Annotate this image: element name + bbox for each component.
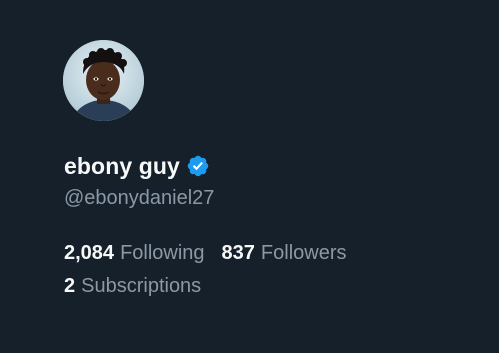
- following-label: Following: [120, 241, 205, 264]
- following-link[interactable]: 2,084 Following: [64, 242, 205, 265]
- display-name: ebony guy: [64, 153, 180, 179]
- followers-link[interactable]: 837 Followers: [222, 242, 347, 265]
- profile-card: ebony guy @ebonydaniel27 2,084 Following…: [0, 0, 499, 353]
- subscriptions-label: Subscriptions: [81, 274, 202, 297]
- follow-stats: 2,084 Following 837 Followers: [64, 238, 347, 268]
- user-handle: @ebonydaniel27: [64, 187, 215, 209]
- subscriptions-link[interactable]: 2 Subscriptions: [64, 275, 201, 298]
- verified-badge-icon[interactable]: [186, 154, 210, 178]
- subscriptions-count: 2: [64, 274, 76, 297]
- subscriptions-row: 2 Subscriptions: [64, 271, 201, 301]
- avatar-photo: [63, 40, 144, 121]
- name-row: ebony guy: [64, 149, 210, 183]
- followers-count: 837: [221, 241, 255, 264]
- following-count: 2,084: [64, 241, 115, 264]
- followers-label: Followers: [260, 241, 347, 264]
- avatar[interactable]: [63, 40, 144, 121]
